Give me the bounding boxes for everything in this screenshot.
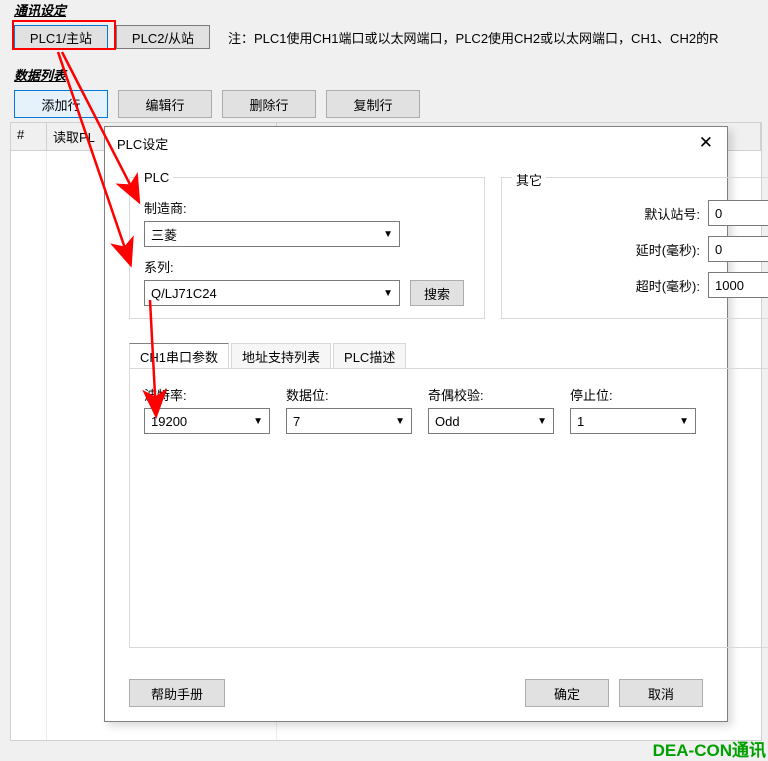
chevron-down-icon: ▼ <box>679 416 689 427</box>
dialog-title: PLC设定 <box>117 134 168 153</box>
fieldset-plc: PLC 制造商: 三菱 ▼ 系列: Q/LJ71C24 ▼ 搜索 <box>129 177 485 319</box>
ok-button[interactable]: 确定 <box>525 679 609 707</box>
parity-select[interactable]: Odd ▼ <box>428 408 554 434</box>
section-comm-title: 通讯设定 <box>0 0 768 25</box>
fieldset-other-label: 其它 <box>512 170 546 189</box>
grid-col-num: # <box>11 123 47 150</box>
baud-value: 19200 <box>151 414 187 429</box>
cancel-button[interactable]: 取消 <box>619 679 703 707</box>
databits-label: 数据位: <box>286 385 412 404</box>
chevron-down-icon: ▼ <box>383 288 393 299</box>
manufacturer-select[interactable]: 三菱 ▼ <box>144 221 400 247</box>
delay-input[interactable] <box>708 236 768 262</box>
station-input[interactable] <box>708 200 768 226</box>
baud-label: 波特率: <box>144 385 270 404</box>
databits-value: 7 <box>293 414 300 429</box>
manufacturer-label: 制造商: <box>144 198 464 217</box>
watermark: DEA-CON通讯 <box>653 736 766 761</box>
chevron-down-icon: ▼ <box>395 416 405 427</box>
plc2-tab[interactable]: PLC2/从站 <box>116 25 210 49</box>
add-row-button[interactable]: 添加行 <box>14 90 108 118</box>
baud-select[interactable]: 19200 ▼ <box>144 408 270 434</box>
stopbits-label: 停止位: <box>570 385 696 404</box>
parity-label: 奇偶校验: <box>428 385 554 404</box>
tab-body-serial: 波特率: 19200 ▼ 数据位: 7 ▼ 奇偶 <box>129 368 768 648</box>
chevron-down-icon: ▼ <box>383 229 393 240</box>
edit-row-button[interactable]: 编辑行 <box>118 90 212 118</box>
fieldset-other: 其它 默认站号: 延时(毫秒): 超时(毫秒): <box>501 177 768 319</box>
series-label: 系列: <box>144 257 464 276</box>
tab-addr[interactable]: 地址支持列表 <box>231 343 331 369</box>
timeout-input[interactable] <box>708 272 768 298</box>
plc1-tab[interactable]: PLC1/主站 <box>14 25 108 49</box>
delay-label: 延时(毫秒): <box>636 240 700 259</box>
databits-select[interactable]: 7 ▼ <box>286 408 412 434</box>
series-value: Q/LJ71C24 <box>151 286 217 301</box>
search-button[interactable]: 搜索 <box>410 280 464 306</box>
chevron-down-icon: ▼ <box>537 416 547 427</box>
stopbits-select[interactable]: 1 ▼ <box>570 408 696 434</box>
note-text: 注：PLC1使用CH1端口或以太网端口，PLC2使用CH2或以太网端口，CH1、… <box>228 28 718 47</box>
plc-settings-dialog: PLC设定 ✕ PLC 制造商: 三菱 ▼ 系列: Q/LJ71C24 <box>104 126 728 722</box>
tab-desc[interactable]: PLC描述 <box>333 343 406 369</box>
stopbits-value: 1 <box>577 414 584 429</box>
series-select[interactable]: Q/LJ71C24 ▼ <box>144 280 400 306</box>
fieldset-plc-label: PLC <box>140 170 173 185</box>
manufacturer-value: 三菱 <box>151 225 177 244</box>
tab-serial[interactable]: CH1串口参数 <box>129 343 229 369</box>
close-icon[interactable]: ✕ <box>695 133 717 153</box>
parity-value: Odd <box>435 414 460 429</box>
timeout-label: 超时(毫秒): <box>636 276 700 295</box>
copy-row-button[interactable]: 复制行 <box>326 90 420 118</box>
chevron-down-icon: ▼ <box>253 416 263 427</box>
delete-row-button[interactable]: 删除行 <box>222 90 316 118</box>
station-label: 默认站号: <box>644 204 700 223</box>
help-button[interactable]: 帮助手册 <box>129 679 225 707</box>
section-data-title: 数据列表 <box>0 65 768 90</box>
